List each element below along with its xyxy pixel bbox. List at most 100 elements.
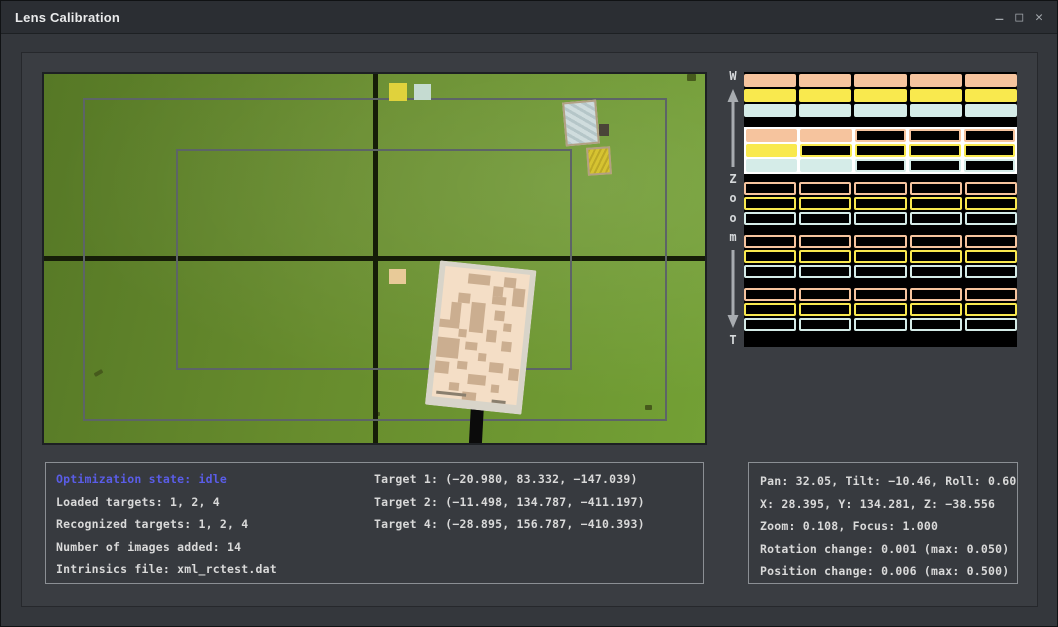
rotation-change-line: Rotation change: 0.001 (max: 0.050) xyxy=(760,538,1016,561)
zoom-grid-group xyxy=(744,74,1017,117)
zoom-focus-line: Zoom: 0.108, Focus: 1.000 xyxy=(760,515,1016,538)
xyz-line: X: 28.395, Y: 134.281, Z: −38.556 xyxy=(760,493,1016,516)
zoom-grid-cell xyxy=(910,318,962,331)
camera-state-column: Pan: 32.05, Tilt: −10.46, Roll: 0.60 X: … xyxy=(760,470,1016,583)
target-mount xyxy=(599,124,609,136)
zoom-grid-cell xyxy=(855,129,906,142)
zoom-grid-cell xyxy=(854,104,906,117)
zoom-grid-cell xyxy=(746,129,797,142)
zoom-grid-cell xyxy=(854,318,906,331)
zoom-grid-cell xyxy=(965,235,1017,248)
zoom-grid-row xyxy=(746,129,1015,142)
minimize-button[interactable]: _ xyxy=(996,7,1004,20)
tele-label: T xyxy=(729,334,736,347)
zoom-grid-cell xyxy=(744,104,796,117)
zoom-grid-cell xyxy=(910,182,962,195)
zoom-grid-cell xyxy=(909,129,960,142)
zoom-grid-cell xyxy=(965,182,1017,195)
status-line-images-added: Number of images added: 14 xyxy=(56,536,277,559)
camera-state-panel: Pan: 32.05, Tilt: −10.46, Roll: 0.60 X: … xyxy=(748,462,1018,584)
zoom-grid-cell xyxy=(854,212,906,225)
zoom-grid-cell xyxy=(910,212,962,225)
debris-speck xyxy=(687,74,696,81)
zoom-grid-row xyxy=(744,250,1017,263)
lens-calibration-window: Lens Calibration _ □ ✕ xyxy=(0,0,1058,627)
zoom-grid-row xyxy=(746,144,1015,157)
zoom-grid-cell xyxy=(744,303,796,316)
zoom-grid-cell xyxy=(854,74,906,87)
zoom-grid-cell xyxy=(744,182,796,195)
zoom-grid-cell xyxy=(799,303,851,316)
zoom-grid-cell xyxy=(799,288,851,301)
zoom-grid-cell xyxy=(854,182,906,195)
status-line-optimization: Optimization state: idle xyxy=(56,468,277,491)
zoom-grid-cell xyxy=(910,197,962,210)
zoom-grid-cell xyxy=(799,250,851,263)
camera-view[interactable] xyxy=(42,72,707,445)
arrow-up-icon xyxy=(727,89,739,167)
zoom-grid-cell xyxy=(964,144,1015,157)
zoom-grid-cell xyxy=(799,74,851,87)
zoom-grid-cell xyxy=(854,89,906,102)
zoom-grid-row xyxy=(744,265,1017,278)
zoom-grid-cell xyxy=(965,89,1017,102)
zoom-grid-cell xyxy=(965,250,1017,263)
arrow-down-icon xyxy=(727,250,739,328)
zoom-grid-cell xyxy=(799,104,851,117)
zoom-rail: W Z o o m T xyxy=(724,70,742,347)
marker-tan xyxy=(389,269,406,284)
zoom-grid-cell xyxy=(910,89,962,102)
target-board-yellow xyxy=(586,146,612,176)
zoom-grid-cell xyxy=(744,288,796,301)
position-change-line: Position change: 0.006 (max: 0.500) xyxy=(760,560,1016,583)
status-panel: Optimization state: idle Loaded targets:… xyxy=(45,462,704,584)
zoom-coverage-grid xyxy=(744,72,1017,347)
targets-column: Target 1: (−20.980, 83.332, −147.039) Ta… xyxy=(374,468,645,536)
zoom-grid-cell xyxy=(965,197,1017,210)
zoom-grid-row xyxy=(744,89,1017,102)
zoom-grid-cell xyxy=(744,235,796,248)
zoom-grid-cell xyxy=(744,318,796,331)
zoom-grid-cell xyxy=(965,104,1017,117)
zoom-grid-cell xyxy=(910,265,962,278)
zoom-grid-row xyxy=(744,104,1017,117)
target-1-coordinates: Target 1: (−20.980, 83.332, −147.039) xyxy=(374,468,645,491)
zoom-grid-cell xyxy=(854,265,906,278)
zoom-grid-group xyxy=(744,235,1017,278)
zoom-grid-cell xyxy=(744,89,796,102)
zoom-grid-cell xyxy=(800,159,851,172)
zoom-grid-cell xyxy=(964,129,1015,142)
zoom-grid-cell xyxy=(855,144,906,157)
status-column: Optimization state: idle Loaded targets:… xyxy=(56,468,277,581)
zoom-grid-cell xyxy=(744,212,796,225)
zoom-grid-cell xyxy=(746,144,797,157)
zoom-label-letter: o xyxy=(729,192,736,205)
zoom-grid-cell xyxy=(910,250,962,263)
zoom-grid-cell xyxy=(910,235,962,248)
target-board-blue xyxy=(562,100,600,147)
zoom-grid-row xyxy=(744,235,1017,248)
status-line-loaded-targets: Loaded targets: 1, 2, 4 xyxy=(56,491,277,514)
status-line-intrinsics-file: Intrinsics file: xml_rctest.dat xyxy=(56,558,277,581)
title-bar[interactable]: Lens Calibration _ □ ✕ xyxy=(1,1,1057,34)
target-4-coordinates: Target 4: (−28.895, 156.787, −410.393) xyxy=(374,513,645,536)
zoom-grid-row xyxy=(744,288,1017,301)
close-button[interactable]: ✕ xyxy=(1035,11,1043,24)
zoom-label-letter: Z xyxy=(729,173,736,186)
zoom-grid-cell xyxy=(965,303,1017,316)
zoom-grid-cell xyxy=(744,74,796,87)
window-title: Lens Calibration xyxy=(1,10,120,25)
zoom-grid-row xyxy=(744,303,1017,316)
zoom-grid-cell xyxy=(965,74,1017,87)
zoom-grid-cell xyxy=(965,212,1017,225)
zoom-grid-cell xyxy=(910,288,962,301)
marker-cyan xyxy=(414,84,431,100)
zoom-grid-cell xyxy=(909,159,960,172)
zoom-grid-cell xyxy=(799,235,851,248)
zoom-grid-cell xyxy=(964,159,1015,172)
zoom-grid-cell xyxy=(854,303,906,316)
zoom-grid-cell xyxy=(744,250,796,263)
zoom-grid-cell xyxy=(744,265,796,278)
zoom-grid-group xyxy=(744,182,1017,225)
maximize-button[interactable]: □ xyxy=(1015,11,1023,24)
